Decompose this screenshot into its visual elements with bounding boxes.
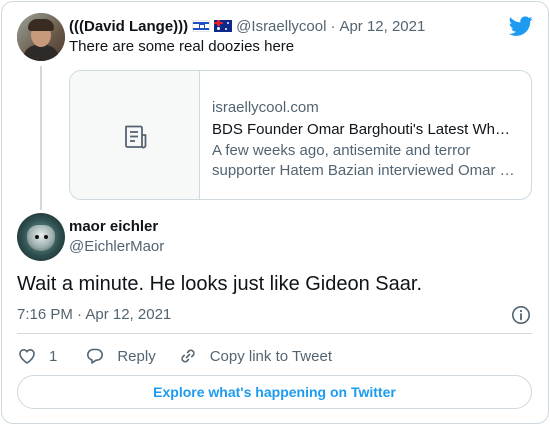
- avatar[interactable]: [17, 13, 65, 61]
- link-description: A few weeks ago, antisemite and terror s…: [212, 141, 517, 181]
- parent-tweet-text: There are some real doozies here: [69, 38, 295, 55]
- separator: ·: [330, 17, 336, 35]
- link-title[interactable]: BDS Founder Omar Barghouti's Latest Who…: [212, 121, 517, 138]
- document-icon: [125, 125, 147, 149]
- copy-link-label: Copy link to Tweet: [209, 347, 332, 365]
- like-count: 1: [49, 347, 58, 365]
- link-icon: [181, 349, 195, 363]
- link-thumbnail: [70, 71, 200, 199]
- parent-tweet-header: (((David Lange))) @Israellycool · Apr 12…: [69, 16, 425, 36]
- reply-bubble-icon: [87, 348, 104, 364]
- heart-icon: [19, 349, 35, 364]
- display-name[interactable]: (((David Lange))): [69, 18, 188, 35]
- reply-button[interactable]: Reply: [85, 346, 156, 366]
- explore-twitter-button[interactable]: Explore what's happening on Twitter: [17, 375, 532, 409]
- twitter-logo-icon[interactable]: [509, 14, 533, 38]
- tweet-timestamp[interactable]: 7:16 PM · Apr 12, 2021: [17, 306, 171, 323]
- australia-flag-icon: [214, 20, 233, 32]
- handle[interactable]: @EichlerMaor: [69, 238, 164, 255]
- divider: [17, 333, 532, 334]
- israel-flag-icon: [192, 20, 211, 32]
- thread-connector-line: [40, 66, 42, 210]
- tweet-actions: 1 Reply Copy link to Tweet: [17, 345, 332, 367]
- link-preview-card[interactable]: israellycool.com BDS Founder Omar Bargho…: [69, 70, 532, 200]
- avatar[interactable]: [17, 213, 65, 261]
- display-name[interactable]: maor eichler: [69, 218, 158, 235]
- info-icon[interactable]: [511, 305, 531, 325]
- link-domain: israellycool.com: [212, 99, 319, 116]
- like-button[interactable]: 1: [17, 346, 57, 366]
- tweet-text: Wait a minute. He looks just like Gideon…: [17, 273, 422, 295]
- link-card-body: israellycool.com BDS Founder Omar Bargho…: [200, 71, 531, 199]
- copy-link-button[interactable]: Copy link to Tweet: [178, 346, 332, 366]
- handle[interactable]: @Israellycool: [236, 18, 326, 35]
- tweet-date[interactable]: Apr 12, 2021: [339, 18, 425, 35]
- link-description-line: supporter Hatem Bazian interviewed Omar …: [212, 162, 515, 179]
- link-description-line: A few weeks ago, antisemite and terror: [212, 142, 471, 159]
- reply-label: Reply: [117, 347, 156, 365]
